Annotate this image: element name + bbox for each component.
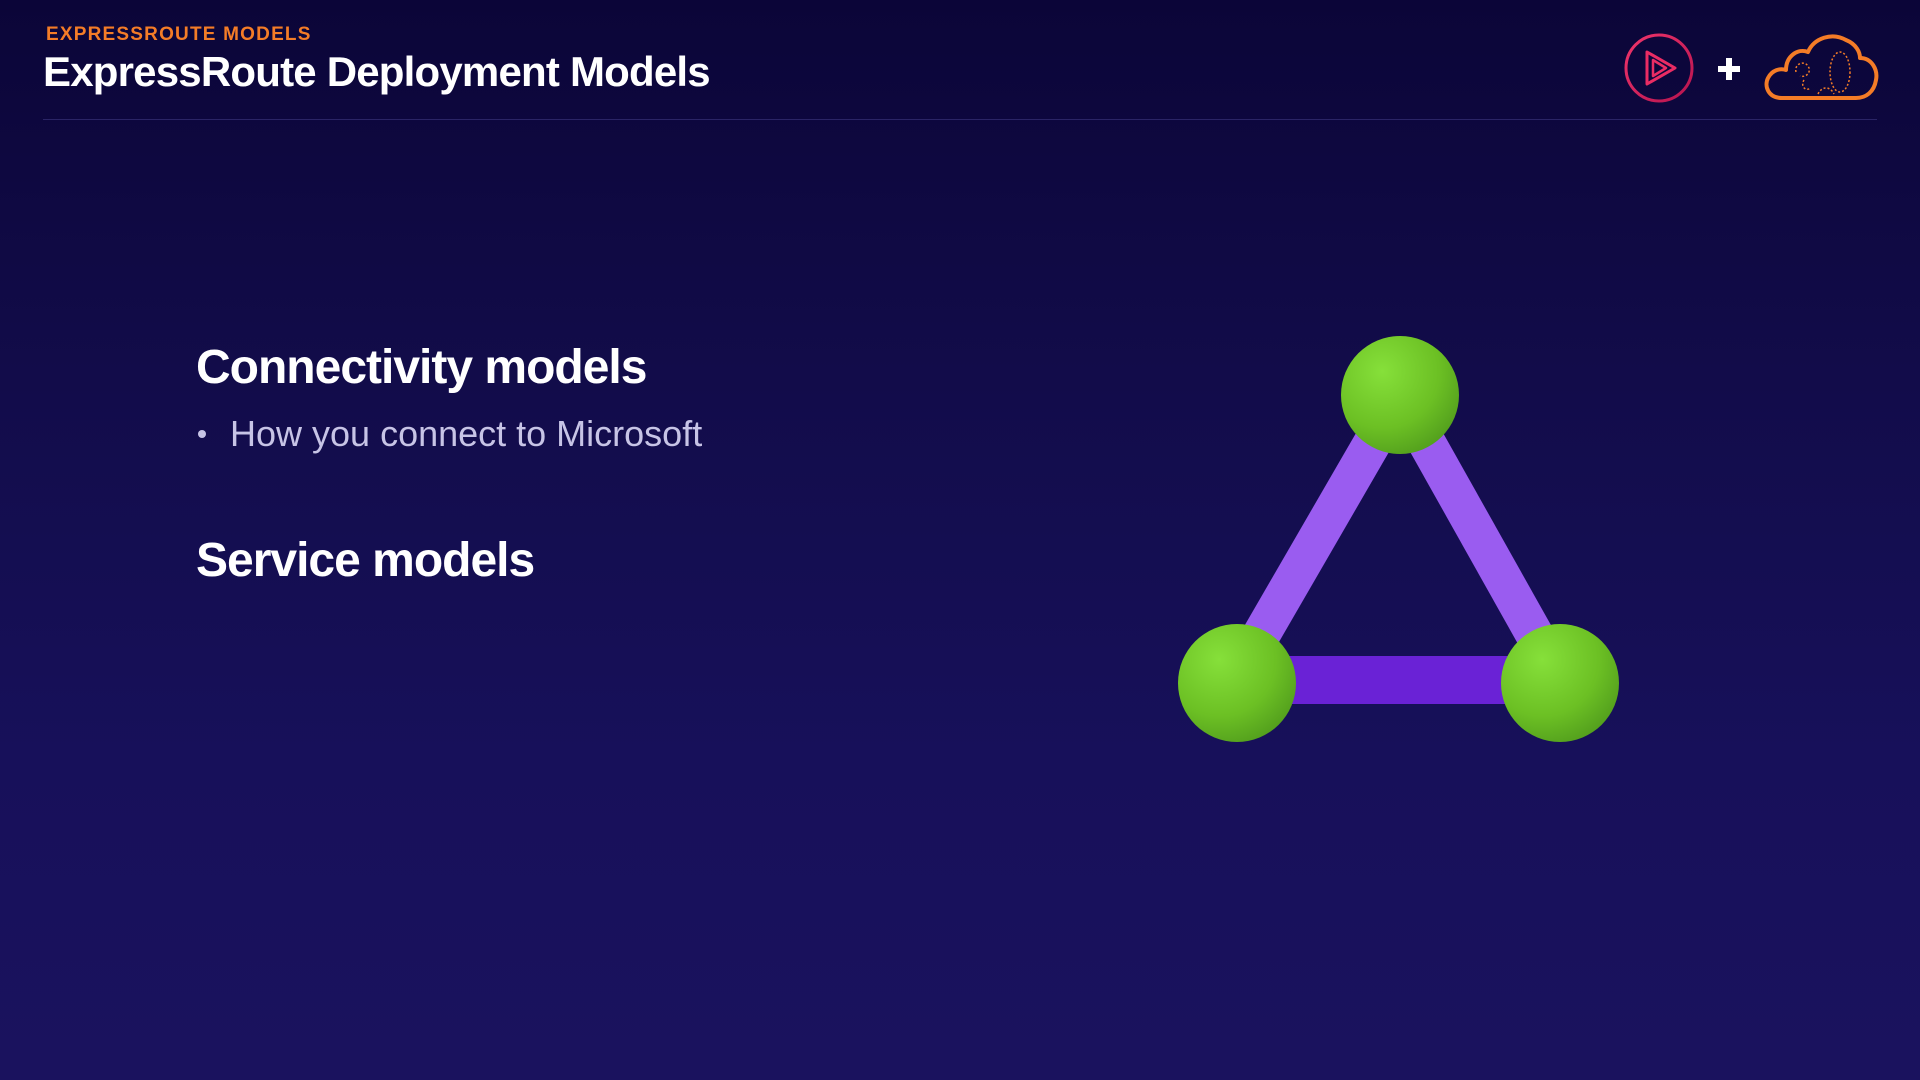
page-title: ExpressRoute Deployment Models — [43, 48, 711, 95]
section-connectivity-models: Connectivity models How you connect to M… — [196, 340, 996, 455]
play-circle-icon — [1624, 33, 1694, 103]
bullet-list: How you connect to Microsoft — [196, 413, 996, 455]
bullet-text: How you connect to Microsoft — [230, 413, 703, 454]
section-eyebrow: EXPRESSROUTE MODELS — [46, 24, 312, 45]
list-item: How you connect to Microsoft — [196, 413, 996, 455]
plus-icon — [1718, 58, 1740, 80]
slide-header: EXPRESSROUTE MODELS ExpressRoute Deploym… — [0, 0, 1920, 120]
diagram-node-left — [1178, 624, 1296, 742]
cloud-icon — [1764, 34, 1879, 100]
slide-content: Connectivity models How you connect to M… — [196, 340, 996, 588]
network-triangle-icon — [1178, 336, 1619, 742]
diagram-node-right — [1501, 624, 1619, 742]
section-heading: Service models — [196, 534, 535, 587]
bullet-icon — [198, 430, 206, 438]
section-service-models: Service models — [196, 533, 996, 588]
brand-logos — [1620, 28, 1880, 108]
section-heading: Connectivity models — [196, 341, 647, 394]
diagram-node-top — [1341, 336, 1459, 454]
header-divider — [43, 119, 1877, 120]
